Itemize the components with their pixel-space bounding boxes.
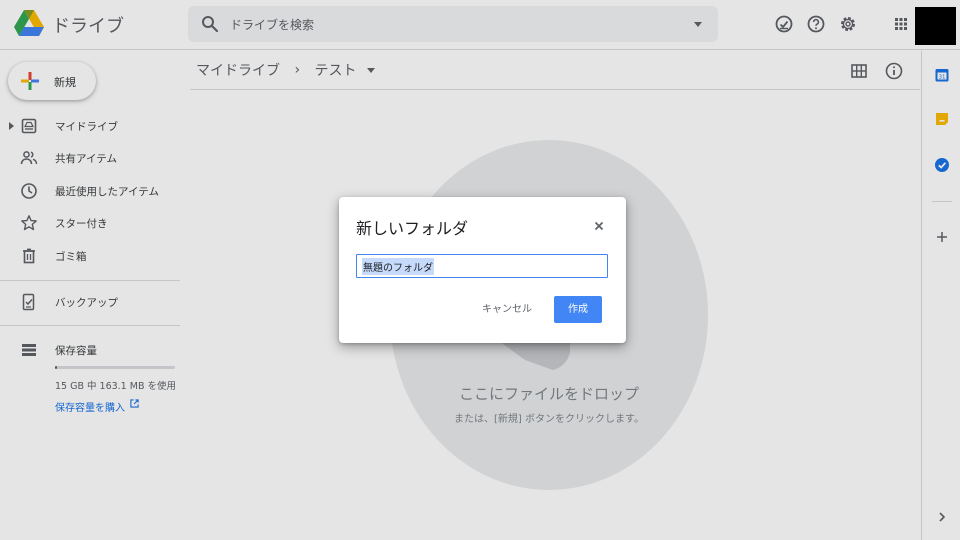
new-folder-dialog: 新しいフォルダ 無題のフォルダ キャンセル 作成: [339, 197, 626, 343]
dialog-title: 新しいフォルダ: [356, 219, 469, 238]
folder-name-input[interactable]: 無題のフォルダ: [356, 254, 608, 278]
cancel-button[interactable]: キャンセル: [475, 299, 539, 321]
close-icon[interactable]: [592, 219, 606, 233]
create-button[interactable]: 作成: [554, 296, 602, 323]
folder-name-value: 無題のフォルダ: [362, 257, 434, 275]
